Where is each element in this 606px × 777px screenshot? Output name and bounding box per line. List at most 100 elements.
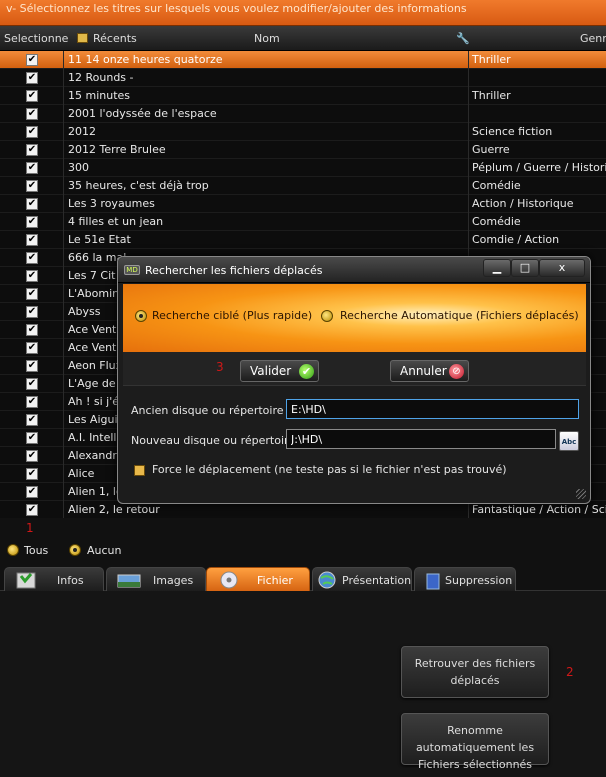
column-header-recents[interactable]: Récents <box>77 32 137 45</box>
row-checkbox[interactable]: ✔ <box>26 180 38 192</box>
minimize-button[interactable]: ▁ <box>483 259 511 277</box>
tab-images[interactable]: Images <box>106 567 206 591</box>
row-checkbox[interactable]: ✔ <box>26 396 38 408</box>
title-cell: Alien 2, le retour <box>68 503 160 516</box>
row-checkbox[interactable]: ✔ <box>26 414 38 426</box>
fichier-panel: Retrouver des fichiers déplacés 2 Renomm… <box>0 591 606 777</box>
search-mode-panel: Recherche ciblé (Plus rapide) Recherche … <box>123 284 586 352</box>
validate-button[interactable]: Valider ✔ <box>240 360 319 382</box>
validate-label: Valider <box>250 364 292 378</box>
row-checkbox[interactable]: ✔ <box>26 342 38 354</box>
table-row[interactable]: ✔ 300 Péplum / Guerre / Historique <box>0 159 606 177</box>
table-row[interactable]: ✔ Le 51e Etat Comdie / Action <box>0 231 606 249</box>
table-row[interactable]: ✔ 4 filles et un jean Comédie <box>0 213 606 231</box>
annotation-1: 1 <box>26 521 34 535</box>
instruction-text: v- Sélectionnez les titres sur lesquels … <box>6 2 467 15</box>
text-edit-icon[interactable]: Abc <box>559 431 579 451</box>
row-checkbox[interactable]: ✔ <box>26 162 38 174</box>
row-checkbox[interactable]: ✔ <box>26 90 38 102</box>
table-row[interactable]: ✔ 2012 Terre Brulee Guerre <box>0 141 606 159</box>
instruction-bar: v- Sélectionnez les titres sur lesquels … <box>0 0 606 26</box>
column-tool-icon[interactable]: 🔧 <box>456 32 470 45</box>
column-header-nom[interactable]: Nom <box>254 32 280 45</box>
select-cell: ✔ <box>0 501 64 518</box>
table-row[interactable]: ✔ 12 Rounds - <box>0 69 606 87</box>
row-checkbox[interactable]: ✔ <box>26 234 38 246</box>
table-row[interactable]: ✔ 35 heures, c'est déjà trop Comédie <box>0 177 606 195</box>
resize-grip[interactable] <box>576 489 586 499</box>
radio-auto-label: Recherche Automatique (Fichiers déplacés… <box>340 309 579 322</box>
dialog-title: Rechercher les fichiers déplacés <box>145 264 323 277</box>
trash-icon <box>421 570 445 590</box>
tab-suppression[interactable]: Suppression <box>414 567 516 591</box>
table-row[interactable]: ✔ 11 14 onze heures quatorze Thriller <box>0 51 606 69</box>
row-checkbox[interactable]: ✔ <box>26 468 38 480</box>
row-checkbox[interactable]: ✔ <box>26 324 38 336</box>
select-cell: ✔ <box>0 159 64 177</box>
row-checkbox[interactable]: ✔ <box>26 126 38 138</box>
table-row[interactable]: ✔ 2001 l'odyssée de l'espace <box>0 105 606 123</box>
row-checkbox[interactable]: ✔ <box>26 54 38 66</box>
row-checkbox[interactable]: ✔ <box>26 144 38 156</box>
row-checkbox[interactable]: ✔ <box>26 198 38 210</box>
close-button[interactable]: x <box>539 259 585 277</box>
row-checkbox[interactable]: ✔ <box>26 450 38 462</box>
tab-infos[interactable]: Infos <box>4 567 104 591</box>
info-icon <box>15 570 39 590</box>
tab-bar: Infos Images Fichier Présentation Suppre… <box>0 567 606 591</box>
cancel-button[interactable]: Annuler ⊘ <box>390 360 469 382</box>
title-cell: 2012 Terre Brulee <box>68 143 166 156</box>
force-move-label: Force le déplacement (ne teste pas si le… <box>152 463 507 476</box>
select-cell: ✔ <box>0 393 64 411</box>
table-row[interactable]: ✔ Les 3 royaumes Action / Historique <box>0 195 606 213</box>
select-cell: ✔ <box>0 303 64 321</box>
select-cell: ✔ <box>0 447 64 465</box>
row-checkbox[interactable]: ✔ <box>26 504 38 516</box>
genre-cell: Action / Historique <box>468 195 606 213</box>
tab-presentation[interactable]: Présentation <box>312 567 412 591</box>
grid-header: Selectionne Récents Nom 🔧 Genre <box>0 26 606 51</box>
genre-cell: Péplum / Guerre / Historique <box>468 159 606 177</box>
row-checkbox[interactable]: ✔ <box>26 288 38 300</box>
genre-cell: Thriller <box>468 51 606 69</box>
row-checkbox[interactable]: ✔ <box>26 306 38 318</box>
auto-rename-button[interactable]: Renomme automatiquement les Fichiers sél… <box>401 713 549 771</box>
radio-tous[interactable] <box>7 544 19 556</box>
row-checkbox[interactable]: ✔ <box>26 72 38 84</box>
old-directory-input[interactable] <box>286 399 579 419</box>
checkmark-icon: ✔ <box>299 364 314 379</box>
select-cell: ✔ <box>0 375 64 393</box>
dialog-button-row: 3 Valider ✔ Annuler ⊘ <box>123 352 586 386</box>
row-checkbox[interactable]: ✔ <box>26 360 38 372</box>
radio-auto-search[interactable] <box>321 310 333 322</box>
row-checkbox[interactable]: ✔ <box>26 432 38 444</box>
select-cell: ✔ <box>0 357 64 375</box>
radio-targeted-search[interactable] <box>135 310 147 322</box>
row-checkbox[interactable]: ✔ <box>26 378 38 390</box>
table-row[interactable]: ✔ 2012 Science fiction <box>0 123 606 141</box>
find-moved-files-button[interactable]: Retrouver des fichiers déplacés <box>401 646 549 698</box>
genre-cell: Thriller <box>468 87 606 105</box>
select-cell: ✔ <box>0 51 64 69</box>
dialog-titlebar[interactable]: MD Rechercher les fichiers déplacés ▁ □ … <box>118 257 590 283</box>
select-cell: ✔ <box>0 105 64 123</box>
globe-icon <box>315 570 339 590</box>
table-row[interactable]: ✔ 15 minutes Thriller <box>0 87 606 105</box>
row-checkbox[interactable]: ✔ <box>26 252 38 264</box>
folder-icon <box>77 33 88 43</box>
row-checkbox[interactable]: ✔ <box>26 270 38 282</box>
annotation-2: 2 <box>566 665 574 679</box>
select-cell: ✔ <box>0 249 64 267</box>
row-checkbox[interactable]: ✔ <box>26 486 38 498</box>
column-header-selectionne[interactable]: Selectionne <box>4 32 68 45</box>
tab-fichier[interactable]: Fichier <box>206 567 310 591</box>
cancel-label: Annuler <box>400 364 447 378</box>
column-header-genre[interactable]: Genre <box>580 32 606 45</box>
row-checkbox[interactable]: ✔ <box>26 108 38 120</box>
force-move-checkbox[interactable] <box>134 465 145 476</box>
maximize-button[interactable]: □ <box>511 259 539 277</box>
new-directory-input[interactable] <box>286 429 556 449</box>
radio-aucun[interactable] <box>69 544 81 556</box>
genre-cell: Comdie / Action <box>468 231 606 249</box>
row-checkbox[interactable]: ✔ <box>26 216 38 228</box>
